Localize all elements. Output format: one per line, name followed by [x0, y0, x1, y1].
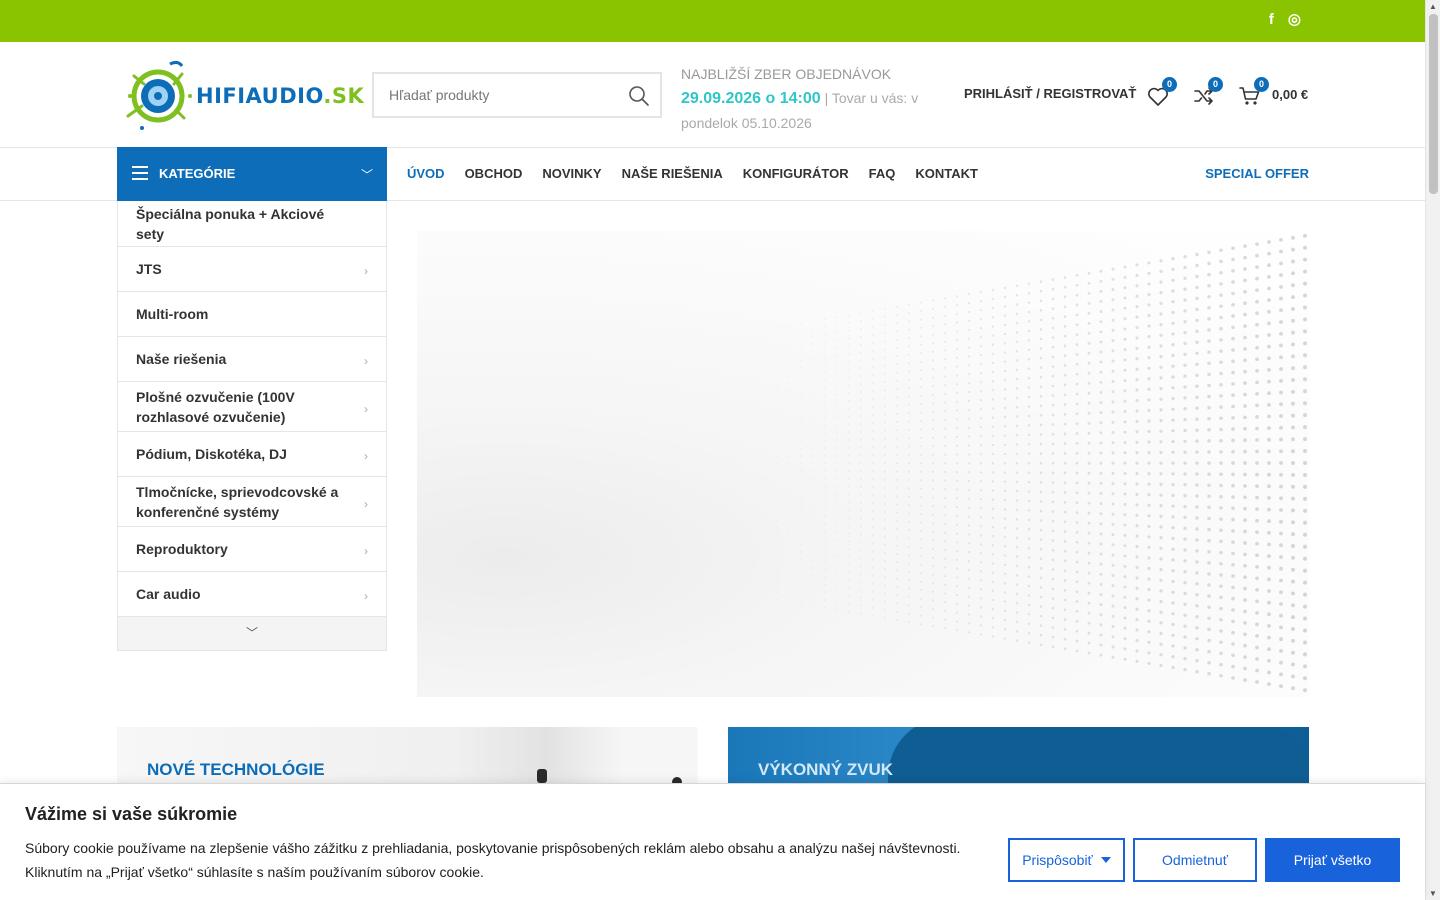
delivery-date: 29.09.2026 o 14:00: [681, 90, 821, 107]
wishlist-count-badge: 0: [1162, 77, 1177, 92]
site-logo[interactable]: HIFIAUDIO.SK: [122, 56, 364, 134]
delivery-info: NAJBLIŽŠÍ ZBER OBJEDNÁVOK 29.09.2026 o 1…: [681, 62, 941, 135]
customize-label: Prispôsobiť: [1022, 852, 1093, 868]
cookie-reject-button[interactable]: Odmietnuť: [1133, 838, 1257, 882]
compare-count-badge: 0: [1208, 77, 1223, 92]
top-bar: f ◎: [0, 0, 1425, 42]
social-links: f ◎: [1269, 11, 1301, 29]
nav-item-faq[interactable]: FAQ: [869, 166, 896, 181]
scrollbar-thumb[interactable]: [1429, 14, 1438, 194]
categories-label: KATEGÓRIE: [159, 166, 236, 181]
category-label: Pódium, Diskotéka, DJ: [136, 446, 287, 462]
nav-item-uvod[interactable]: ÚVOD: [407, 166, 445, 181]
chevron-right-icon: ›: [364, 401, 368, 416]
chevron-right-icon: ›: [364, 354, 368, 368]
scroll-up-icon[interactable]: ▲: [1429, 2, 1437, 11]
category-item[interactable]: Reproduktory ›: [118, 527, 386, 572]
nav-item-kontakt[interactable]: KONTAKT: [915, 166, 978, 181]
promo-title: NOVÉ TECHNOLÓGIE: [147, 760, 325, 779]
cart-count-badge: 0: [1254, 77, 1269, 92]
logo-emblem-icon: [126, 60, 192, 130]
cookie-consent-banner: Vážime si vaše súkromie Súbory cookie po…: [0, 783, 1425, 900]
category-label: Plošné ozvučenie (100V rozhlasové ozvuče…: [136, 388, 295, 425]
cart-total[interactable]: 0,00 €: [1272, 87, 1308, 102]
promo-title: VÝKONNÝ ZVUK: [758, 760, 894, 779]
instagram-icon[interactable]: ◎: [1288, 11, 1301, 29]
chevron-right-icon: ›: [364, 544, 368, 558]
cookie-customize-button[interactable]: Prispôsobiť: [1008, 838, 1125, 882]
chevron-right-icon: ›: [364, 496, 368, 511]
search-input[interactable]: [374, 74, 614, 116]
chevron-right-icon: ›: [364, 449, 368, 463]
category-label: Multi-room: [136, 306, 209, 322]
category-item[interactable]: Pódium, Diskotéka, DJ ›: [118, 432, 386, 477]
special-offer-link[interactable]: SPECIAL OFFER: [1205, 166, 1309, 181]
site-header: HIFIAUDIO.SK NAJBLIŽŠÍ ZBER OBJEDNÁVOK 2…: [0, 42, 1425, 148]
category-item[interactable]: Plošné ozvučenie (100V rozhlasové ozvuče…: [118, 382, 386, 432]
category-item[interactable]: Car audio ›: [118, 572, 386, 617]
hamburger-icon: [132, 166, 148, 180]
delivery-details: 29.09.2026 o 14:00 | Tovar u vás: v pond…: [681, 86, 941, 135]
category-label: Naše riešenia: [136, 351, 227, 367]
compare-button[interactable]: 0: [1192, 77, 1223, 108]
categories-toggle[interactable]: KATEGÓRIE ﹀: [117, 147, 387, 201]
cookie-title: Vážime si vaše súkromie: [25, 804, 238, 824]
login-register-link[interactable]: PRIHLÁSIŤ / REGISTROVAŤ: [964, 86, 1136, 101]
scroll-down-icon[interactable]: ▼: [1429, 889, 1437, 898]
category-label: Car audio: [136, 586, 201, 602]
category-item[interactable]: Naše riešenia ›: [118, 337, 386, 382]
caret-down-icon: [1100, 857, 1111, 863]
wishlist-button[interactable]: 0: [1146, 77, 1177, 108]
category-label: Tlmočnícke, sprievodcovské a konferenčné…: [136, 483, 339, 520]
search-box: [372, 72, 662, 118]
main-menu: ÚVOD OBCHOD NOVINKY NAŠE RIEŠENIA KONFIG…: [407, 166, 978, 181]
logo-text: HIFIAUDIO.SK: [196, 84, 365, 108]
search-icon[interactable]: [628, 85, 650, 107]
nav-item-novinky[interactable]: NOVINKY: [542, 166, 601, 181]
category-item[interactable]: JTS ›: [118, 247, 386, 292]
dot-pattern-image: [716, 233, 1307, 693]
category-label: JTS: [136, 261, 162, 277]
main-navigation-bar: KATEGÓRIE ﹀ ÚVOD OBCHOD NOVINKY NAŠE RIE…: [0, 147, 1425, 201]
facebook-icon[interactable]: f: [1269, 11, 1274, 29]
cart-button[interactable]: 0: [1238, 77, 1269, 108]
nav-item-obchod[interactable]: OBCHOD: [465, 166, 523, 181]
hero-banner[interactable]: [417, 231, 1309, 697]
chevron-right-icon: ›: [364, 589, 368, 603]
category-list: Špeciálna ponuka + Akciové sety JTS › Mul…: [117, 201, 387, 651]
chevron-right-icon: ›: [364, 264, 368, 278]
category-label: Špeciálna ponuka + Akciové sety: [136, 205, 325, 242]
category-label: Reproduktory: [136, 541, 228, 557]
chevron-down-icon: ﹀: [245, 626, 258, 640]
cookie-accept-button[interactable]: Prijať všetko: [1265, 838, 1400, 882]
nav-item-konfigurator[interactable]: KONFIGURÁTOR: [743, 166, 849, 181]
category-item[interactable]: Multi-room: [118, 292, 386, 337]
category-item[interactable]: Špeciálna ponuka + Akciové sety: [118, 201, 386, 247]
category-item[interactable]: Tlmočnícke, sprievodcovské a konferenčné…: [118, 477, 386, 527]
chevron-down-icon: ﹀: [360, 168, 373, 182]
delivery-label: NAJBLIŽŠÍ ZBER OBJEDNÁVOK: [681, 66, 892, 82]
cookie-text: Súbory cookie používame na zlepšenie váš…: [25, 840, 961, 880]
nav-item-nase-riesenia[interactable]: NAŠE RIEŠENIA: [622, 166, 723, 181]
page-scrollbar[interactable]: ▲ ▼: [1425, 0, 1440, 900]
show-more-categories-button[interactable]: ﹀: [118, 617, 386, 650]
promo-product-detail: [537, 769, 547, 783]
